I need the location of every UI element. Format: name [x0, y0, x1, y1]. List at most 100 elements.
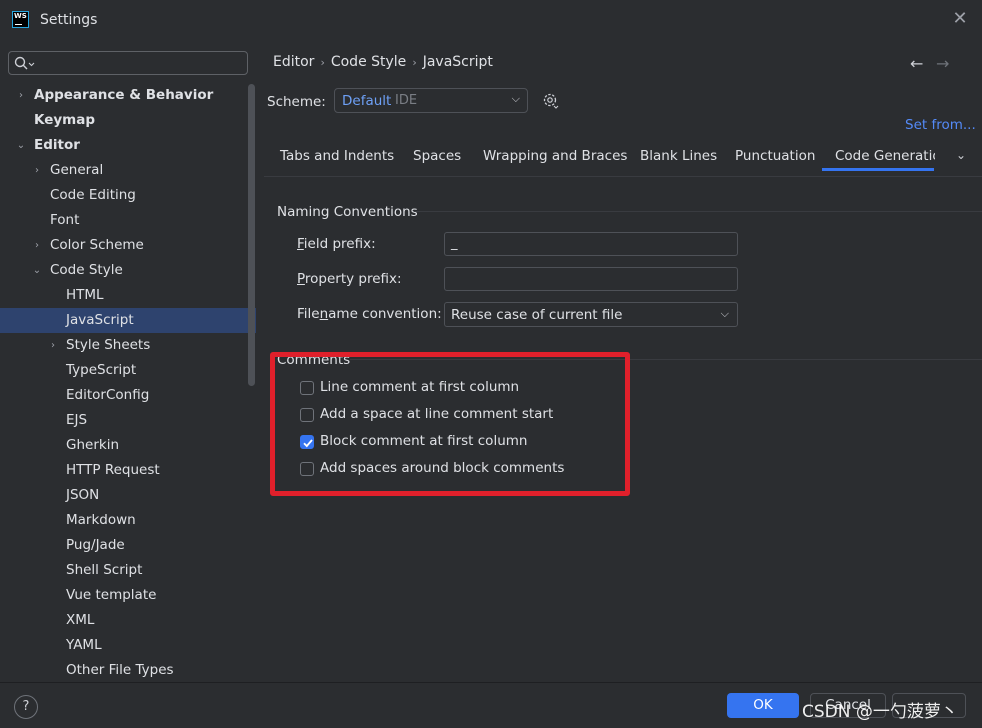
tab-blank-lines[interactable]: Blank Lines	[640, 148, 717, 164]
sidebar-item-label: JSON	[66, 483, 99, 508]
sidebar-item-label: Code Editing	[50, 183, 136, 208]
sidebar-item[interactable]: Other File Types	[0, 658, 256, 682]
sidebar-item-label: HTTP Request	[66, 458, 160, 483]
filename-convention-dropdown[interactable]: Reuse case of current file ⌵	[444, 302, 738, 327]
help-button[interactable]: ?	[14, 695, 38, 719]
sidebar-item-label: Other File Types	[66, 658, 174, 682]
sidebar-item[interactable]: TypeScript	[0, 358, 256, 383]
chevron-right-icon: ›	[320, 56, 324, 69]
chevron-right-icon[interactable]: ›	[16, 83, 26, 108]
sidebar-item[interactable]: Shell Script	[0, 558, 256, 583]
sidebar-item-label: TypeScript	[66, 358, 136, 383]
tab-spaces[interactable]: Spaces	[413, 148, 461, 164]
sidebar-item-label: Code Style	[50, 258, 123, 283]
chevron-down-icon: ⌵	[721, 307, 729, 321]
gear-icon[interactable]	[542, 92, 560, 110]
sidebar-item-label: JavaScript	[66, 308, 134, 333]
filename-convention-label: Filename convention:	[297, 306, 442, 322]
webstorm-app-icon: WS	[12, 11, 29, 28]
watermark: CSDN @一勺菠萝丶	[802, 697, 958, 722]
scheme-dropdown[interactable]: Default IDE ⌵	[334, 88, 528, 113]
sidebar-item[interactable]: YAML	[0, 633, 256, 658]
sidebar-item[interactable]: Markdown	[0, 508, 256, 533]
sidebar-item[interactable]: ⌄ Editor	[0, 133, 256, 158]
sidebar-item-label: Shell Script	[66, 558, 142, 583]
chevron-right-icon[interactable]: ›	[32, 158, 42, 183]
back-arrow-icon[interactable]: ←	[910, 54, 923, 73]
forward-arrow-icon[interactable]: →	[936, 54, 949, 73]
sidebar-item-label: Editor	[34, 133, 80, 158]
sidebar-item[interactable]: EditorConfig	[0, 383, 256, 408]
breadcrumb-javascript: JavaScript	[423, 54, 493, 70]
divider	[264, 176, 982, 177]
chevron-right-icon[interactable]: ›	[48, 333, 58, 358]
chevron-right-icon: ›	[412, 56, 416, 69]
tab-tabs-and-indents[interactable]: Tabs and Indents	[280, 148, 394, 164]
dialog-footer: ? OK Cancel CSDN @一勺菠萝丶	[0, 682, 982, 728]
sidebar-item[interactable]: EJS	[0, 408, 256, 433]
naming-conventions-title: Naming Conventions	[277, 204, 418, 220]
sidebar-item[interactable]: Keymap	[0, 108, 256, 133]
sidebar-item[interactable]: › Style Sheets	[0, 333, 256, 358]
breadcrumb: Editor › Code Style › JavaScript	[273, 54, 493, 70]
tab-punctuation[interactable]: Punctuation	[735, 148, 815, 164]
title-bar: WS Settings ✕	[0, 0, 982, 40]
sidebar-item-label: Markdown	[66, 508, 136, 533]
chevron-down-icon[interactable]: ⌄	[32, 258, 42, 283]
sidebar-item[interactable]: JSON	[0, 483, 256, 508]
sidebar-item[interactable]: Gherkin	[0, 433, 256, 458]
property-prefix-input[interactable]	[444, 267, 738, 291]
highlight-annotation-box	[270, 352, 630, 496]
sidebar-item[interactable]: HTML	[0, 283, 256, 308]
sidebar-item-label: Color Scheme	[50, 233, 144, 258]
sidebar-item[interactable]: ⌄ Code Style	[0, 258, 256, 283]
sidebar-item-label: Appearance & Behavior	[34, 83, 213, 108]
sidebar-item-label: Pug/Jade	[66, 533, 125, 558]
sidebar-item-label: Font	[50, 208, 79, 233]
tab-wrapping-and-braces[interactable]: Wrapping and Braces	[483, 148, 627, 164]
set-from-link[interactable]: Set from...	[905, 117, 976, 133]
sidebar-item[interactable]: JavaScript	[0, 308, 256, 333]
sidebar-item[interactable]: Font	[0, 208, 256, 233]
sidebar-item[interactable]: Code Editing	[0, 183, 256, 208]
sidebar-item[interactable]: › Color Scheme	[0, 233, 256, 258]
settings-search-input[interactable]	[8, 51, 248, 75]
divider	[414, 211, 982, 212]
scheme-sub: IDE	[395, 93, 417, 108]
sidebar-item-label: Gherkin	[66, 433, 119, 458]
search-icon	[14, 56, 36, 72]
chevron-down-icon[interactable]: ⌄	[956, 148, 966, 162]
filename-convention-value: Reuse case of current file	[451, 307, 622, 323]
breadcrumb-code-style[interactable]: Code Style	[331, 54, 406, 70]
sidebar-item-label: HTML	[66, 283, 104, 308]
breadcrumb-editor[interactable]: Editor	[273, 54, 314, 70]
chevron-down-icon[interactable]: ⌄	[16, 133, 26, 158]
sidebar-item-label: General	[50, 158, 103, 183]
sidebar-item[interactable]: › Appearance & Behavior	[0, 83, 256, 108]
scheme-value: Default	[342, 93, 391, 109]
close-icon[interactable]: ✕	[950, 8, 970, 30]
sidebar-item-label: EditorConfig	[66, 383, 149, 408]
sidebar-item-label: Style Sheets	[66, 333, 150, 358]
sidebar-item[interactable]: Pug/Jade	[0, 533, 256, 558]
sidebar-item-label: XML	[66, 608, 94, 633]
chevron-right-icon[interactable]: ›	[32, 233, 42, 258]
sidebar-item-label: YAML	[66, 633, 102, 658]
field-prefix-input[interactable]: _	[444, 232, 738, 256]
chevron-down-icon: ⌵	[512, 92, 520, 106]
sidebar-item[interactable]: Vue template	[0, 583, 256, 608]
ok-button[interactable]: OK	[727, 693, 799, 718]
sidebar-item[interactable]: HTTP Request	[0, 458, 256, 483]
window-title: Settings	[40, 12, 97, 28]
settings-sidebar: ›Appearance & BehaviorKeymap⌄Editor›Gene…	[0, 40, 256, 682]
scheme-label: Scheme:	[267, 94, 326, 110]
field-prefix-label: Field prefix:	[297, 236, 376, 252]
sidebar-item[interactable]: XML	[0, 608, 256, 633]
sidebar-scrollbar[interactable]	[248, 84, 255, 386]
active-tab-indicator	[822, 168, 934, 171]
sidebar-item[interactable]: › General	[0, 158, 256, 183]
tab-code-generation[interactable]: Code Generatio	[835, 148, 935, 164]
property-prefix-label: Property prefix:	[297, 271, 402, 287]
sidebar-item-label: Keymap	[34, 108, 95, 133]
sidebar-item-label: Vue template	[66, 583, 156, 608]
